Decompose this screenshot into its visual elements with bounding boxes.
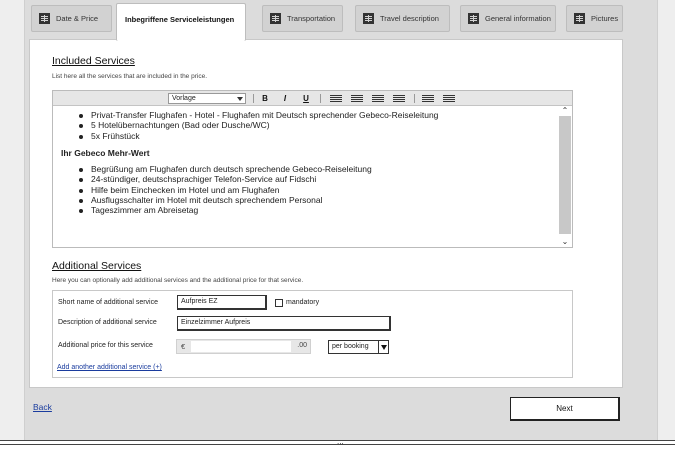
calendar-icon: [39, 13, 50, 24]
short-name-label: Short name of additional service: [58, 299, 158, 306]
left-margin: [0, 0, 24, 440]
chevron-down-icon[interactable]: [378, 341, 388, 353]
included-list: Privat-Transfer Flughafen - Hotel - Flug…: [57, 110, 558, 141]
description-input[interactable]: Einzelzimmer Aufpreis: [177, 316, 391, 331]
tab-date-price[interactable]: Date & Price: [31, 5, 112, 32]
tab-label: Date & Price: [56, 14, 99, 23]
tab-label: Transportation: [287, 14, 336, 23]
chevron-up-icon[interactable]: ⌃: [561, 107, 569, 115]
underline-button[interactable]: U: [300, 93, 312, 104]
add-service-link[interactable]: Add another additional service (+): [57, 364, 162, 371]
right-margin: [658, 0, 675, 440]
style-select-value: Vorlage: [172, 95, 196, 102]
additional-services-description: Here you can optionally add additional s…: [52, 277, 304, 284]
mandatory-label: mandatory: [286, 299, 320, 306]
toolbar-divider: [320, 94, 321, 103]
editor-content[interactable]: Privat-Transfer Flughafen - Hotel - Flug…: [53, 106, 558, 247]
editor-scrollbar[interactable]: ⌃ ⌄: [558, 106, 572, 247]
price-input[interactable]: € .00: [176, 339, 311, 354]
tab-label: Travel description: [380, 14, 439, 23]
price-value-field[interactable]: [191, 341, 291, 352]
chevron-down-icon[interactable]: ⌄: [561, 238, 569, 246]
toolbar-divider: [414, 94, 415, 103]
price-unit-select[interactable]: per booking: [328, 340, 389, 354]
mandatory-checkbox[interactable]: [275, 299, 283, 307]
toolbar-divider: [253, 94, 254, 103]
align-right-icon[interactable]: [372, 95, 384, 102]
tab-label: Inbegriffene Serviceleistungen: [125, 15, 235, 24]
tab-panel: Included Services List here all the serv…: [29, 39, 623, 388]
additional-service-form: Short name of additional service Aufprei…: [52, 290, 573, 378]
align-justify-icon[interactable]: [393, 95, 405, 102]
list-item: Ausflugsschalter im Hotel mit deutsch sp…: [79, 195, 558, 205]
tab-included-services[interactable]: Inbegriffene Serviceleistungen: [116, 3, 246, 41]
numbered-list-icon[interactable]: [443, 95, 455, 102]
italic-button[interactable]: I: [279, 93, 291, 104]
price-unit-value: per booking: [332, 343, 369, 350]
bold-button[interactable]: B: [259, 93, 271, 104]
calendar-icon: [363, 13, 374, 24]
list-item: Hilfe beim Einchecken im Hotel und am Fl…: [79, 185, 558, 195]
bulleted-list-icon[interactable]: [422, 95, 434, 102]
included-services-description: List here all the services that are incl…: [52, 73, 208, 80]
tab-label: General information: [485, 14, 551, 23]
rich-text-editor[interactable]: Vorlage B I U Privat-Transfer Flughafen …: [52, 90, 573, 248]
align-center-icon[interactable]: [351, 95, 363, 102]
calendar-icon: [270, 13, 281, 24]
tab-pictures[interactable]: Pictures: [566, 5, 623, 32]
editor-toolbar: Vorlage B I U: [53, 91, 572, 106]
tab-general-information[interactable]: General information: [460, 5, 556, 32]
back-link[interactable]: Back: [33, 402, 52, 412]
description-label: Description of additional service: [58, 319, 157, 326]
scrollbar-thumb[interactable]: [559, 116, 571, 234]
calendar-icon: [574, 13, 585, 24]
included-services-title: Included Services: [52, 55, 135, 67]
more-indicator: ...: [337, 437, 344, 446]
list-item: 24-stündiger, deutschsprachiger Telefon-…: [79, 174, 558, 184]
price-label: Additional price for this service: [58, 342, 153, 349]
tab-label: Pictures: [591, 14, 619, 23]
content-subheading: Ihr Gebeco Mehr-Wert: [61, 147, 150, 158]
added-value-list: Begrüßung am Flughafen durch deutsch spr…: [57, 164, 558, 215]
list-item: Privat-Transfer Flughafen - Hotel - Flug…: [79, 110, 558, 120]
next-button[interactable]: Next: [510, 397, 620, 421]
short-name-input[interactable]: Aufpreis EZ: [177, 295, 267, 310]
euro-icon: €: [181, 342, 186, 351]
price-cents: .00: [297, 342, 307, 349]
list-item: 5x Frühstück: [79, 131, 558, 141]
chevron-down-icon: [237, 97, 243, 101]
additional-services-title: Additional Services: [52, 260, 142, 272]
align-left-icon[interactable]: [330, 95, 342, 102]
tab-transportation[interactable]: Transportation: [262, 5, 343, 32]
list-item: Begrüßung am Flughafen durch deutsch spr…: [79, 164, 558, 174]
calendar-icon: [468, 13, 479, 24]
list-item: 5 Hotelübernachtungen (Bad oder Dusche/W…: [79, 120, 558, 130]
style-select[interactable]: Vorlage: [168, 93, 246, 104]
tab-travel-description[interactable]: Travel description: [355, 5, 450, 32]
list-item: Tageszimmer am Abreisetag: [79, 205, 558, 215]
